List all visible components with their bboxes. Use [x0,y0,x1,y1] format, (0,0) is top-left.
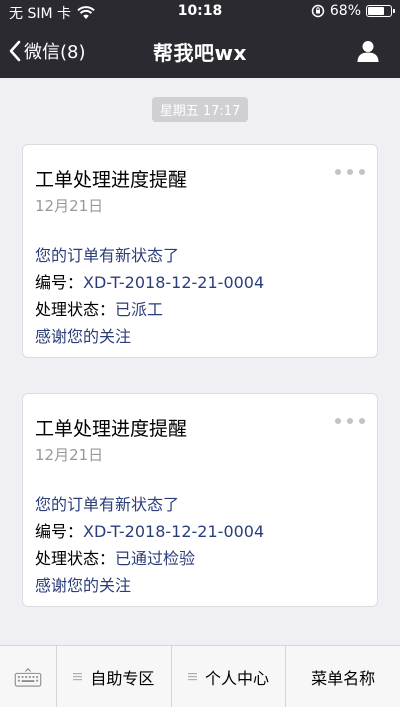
more-options-icon[interactable] [335,167,365,177]
card-intro: 您的订单有新状态了 [35,246,180,265]
rotation-lock-icon [311,4,325,18]
timestamp-label: 星期五 17:17 [151,97,249,122]
status-bar: 无 SIM 卡 10:18 68% [0,0,400,24]
keyboard-toggle-button[interactable] [0,646,57,707]
order-number-row: 编号：XD-T-2018-12-21-0004 [35,269,264,293]
card-footer: 感谢您的关注 [35,327,132,346]
status-label: 处理状态： [35,300,116,319]
battery-icon [366,5,395,17]
order-number-value: XD-T-2018-12-21-0004 [83,522,265,541]
chat-timestamp: 星期五 17:17 [0,97,400,122]
menu-item-personal-center[interactable]: 个人中心 [172,646,287,707]
nav-bar: 微信(8) 帮我吧wx [0,24,400,78]
order-number-label: 编号： [35,273,84,292]
battery-percent: 68% [329,3,361,19]
order-number-value: XD-T-2018-12-21-0004 [83,273,265,292]
status-value: 已派工 [115,300,164,319]
message-card[interactable]: 工单处理进度提醒 12月21日 您的订单有新状态了 编号：XD-T-2018-1… [22,393,378,607]
card-footer: 感谢您的关注 [35,576,132,595]
menu-item-label: 自助专区 [90,668,155,688]
menu-item-menu-name[interactable]: 菜单名称 [286,646,400,707]
card-intro: 您的订单有新状态了 [35,495,180,514]
submenu-icon [73,673,83,681]
more-options-icon[interactable] [335,416,365,426]
status-value: 已通过检验 [115,549,196,568]
card-date: 12月21日 [35,446,104,464]
battery-fill [368,7,385,15]
page-title: 帮我吧wx [153,41,247,65]
menu-item-self-service[interactable]: 自助专区 [57,646,172,707]
menu-item-label: 个人中心 [205,668,270,688]
card-title: 工单处理进度提醒 [35,418,188,440]
card-date: 12月21日 [35,197,104,215]
order-number-row: 编号：XD-T-2018-12-21-0004 [35,518,264,542]
submenu-icon [188,673,197,681]
menu-item-label: 菜单名称 [311,668,376,688]
status-right: 68% [311,3,395,19]
card-title: 工单处理进度提醒 [35,169,188,191]
status-label: 处理状态： [35,549,116,568]
status-row: 处理状态：已通过检验 [35,545,195,569]
top-header: 无 SIM 卡 10:18 68% 微信(8) 帮我吧wx [0,0,400,78]
status-row: 处理状态：已派工 [35,296,163,320]
message-card[interactable]: 工单处理进度提醒 12月21日 您的订单有新状态了 编号：XD-T-2018-1… [22,144,378,358]
keyboard-icon [14,667,42,687]
order-number-label: 编号： [35,522,84,541]
profile-icon[interactable] [356,39,380,63]
menu-bar: 自助专区 个人中心 菜单名称 [0,645,400,707]
